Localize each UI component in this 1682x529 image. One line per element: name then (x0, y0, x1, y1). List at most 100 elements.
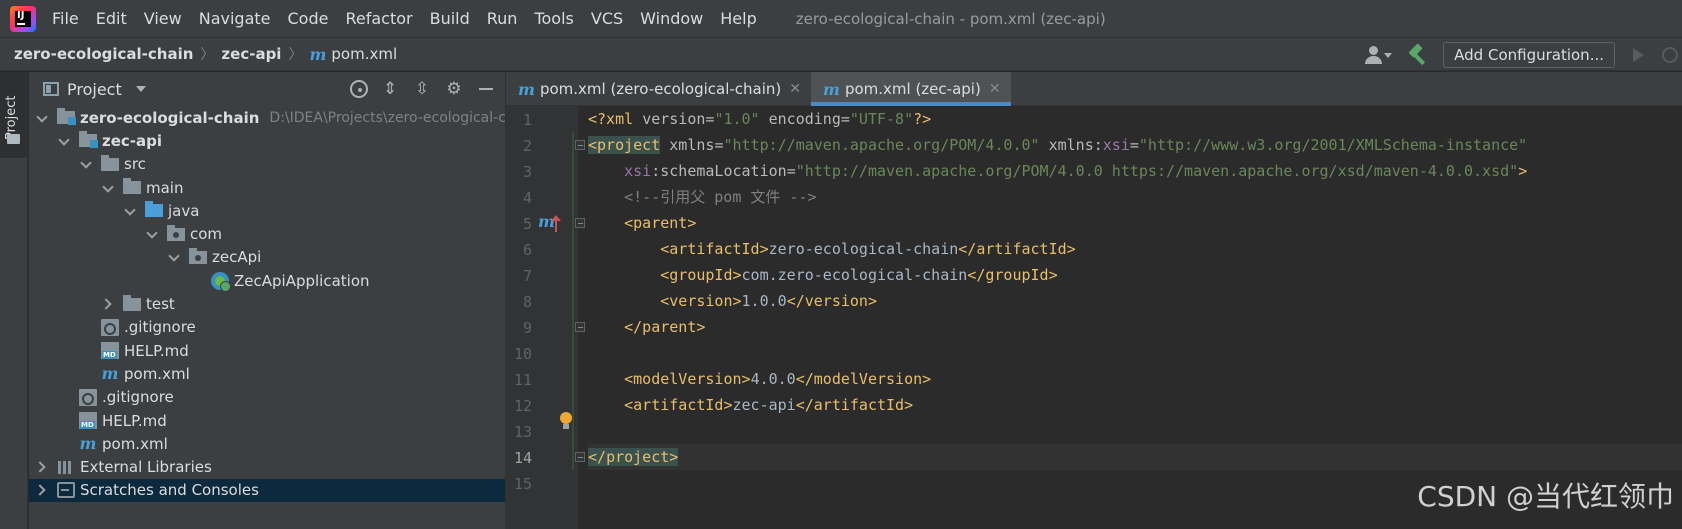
chevron-down-icon[interactable] (35, 111, 49, 125)
tree-item-label: pom.xml (124, 364, 190, 383)
tab-pom-zec-api[interactable]: m pom.xml (zec-api) ✕ (811, 72, 1011, 106)
source-folder-icon (145, 201, 163, 218)
chevron-down-icon[interactable] (145, 227, 159, 241)
breadcrumb-file[interactable]: m pom.xml (309, 45, 397, 64)
debug-icon[interactable] (1662, 47, 1678, 63)
tree-item-help-md-module[interactable]: MD HELP.md (29, 339, 505, 362)
code-token: version (642, 110, 706, 128)
code-token: schemaLocation (660, 162, 787, 180)
breadcrumb-module[interactable]: zec-api (221, 45, 281, 63)
code-token: zec-api (732, 396, 796, 414)
menu-view[interactable]: View (144, 9, 182, 28)
project-panel-title[interactable]: Project (67, 80, 122, 99)
hide-panel-icon[interactable] (476, 79, 496, 99)
chevron-down-icon[interactable] (101, 181, 115, 195)
line-number: 5 (522, 215, 532, 233)
menu-edit[interactable]: Edit (96, 9, 127, 28)
tree-item-gitignore-root[interactable]: .gitignore (29, 386, 505, 409)
tree-item-zecapi[interactable]: zecApi (29, 246, 505, 269)
menu-window[interactable]: Window (640, 9, 703, 28)
collapse-all-icon[interactable]: ⇳ (412, 79, 432, 99)
tree-item-test[interactable]: test (29, 292, 505, 315)
close-icon[interactable]: ✕ (989, 81, 1001, 97)
project-tool-window-tab[interactable]: Project (0, 72, 27, 158)
code-token: "http://maven.apache.org/POM/4.0.0" (723, 136, 1040, 154)
tree-item-gitignore-module[interactable]: .gitignore (29, 316, 505, 339)
fold-marker-icon[interactable] (575, 140, 585, 150)
chevron-right-icon[interactable] (35, 483, 49, 497)
tree-item-zec-api[interactable]: zec-api (29, 129, 505, 152)
tree-item-label: java (168, 201, 200, 220)
close-icon[interactable]: ✕ (789, 81, 801, 97)
code-line-8: <version>1.0.0</version> (588, 288, 877, 314)
tab-pom-root[interactable]: m pom.xml (zero-ecological-chain) ✕ (506, 72, 811, 106)
code-token: </version> (786, 292, 877, 310)
add-configuration-button[interactable]: Add Configuration... (1443, 42, 1615, 68)
chevron-down-icon[interactable] (135, 86, 146, 92)
code-token: </parent> (588, 318, 706, 336)
intellij-logo-icon[interactable]: IJ (10, 5, 36, 32)
chevron-down-icon[interactable] (167, 250, 181, 264)
fold-marker-icon[interactable] (575, 322, 585, 332)
run-icon[interactable] (1633, 48, 1644, 62)
code-comment: <!--引用父 pom 文件 --> (588, 188, 817, 206)
navigate-up-arrow-icon[interactable] (551, 215, 561, 232)
menu-bar: IJ File Edit View Navigate Code Refactor… (0, 0, 1682, 37)
code-content[interactable]: <?xml version="1.0" encoding="UTF-8"?> <… (588, 106, 1682, 529)
tree-item-main[interactable]: main (29, 176, 505, 199)
chevron-right-icon[interactable] (35, 460, 49, 474)
tree-item-pom-module[interactable]: m pom.xml (29, 362, 505, 385)
tree-item-pom-root[interactable]: m pom.xml (29, 432, 505, 455)
menu-navigate[interactable]: Navigate (199, 9, 271, 28)
fold-marker-icon[interactable] (575, 218, 585, 228)
line-number: 2 (522, 137, 532, 155)
package-icon (189, 247, 207, 264)
user-account-icon[interactable] (1363, 44, 1393, 66)
expand-all-icon[interactable]: ⇕ (380, 79, 400, 99)
menu-help[interactable]: Help (720, 9, 756, 28)
tree-item-label: zec-api (102, 131, 163, 150)
code-token: xmlns (660, 136, 715, 154)
chevron-down-icon[interactable] (79, 157, 93, 171)
menu-build[interactable]: Build (430, 9, 470, 28)
menu-refactor[interactable]: Refactor (345, 9, 412, 28)
fold-marker-icon[interactable] (575, 452, 585, 462)
menu-code[interactable]: Code (288, 9, 329, 28)
tree-item-label: HELP.md (102, 411, 167, 430)
main-toolbar: Add Configuration... (1363, 38, 1682, 72)
breadcrumb-project[interactable]: zero-ecological-chain (14, 45, 193, 63)
code-line-4: <!--引用父 pom 文件 --> (588, 184, 817, 210)
tree-item-help-md-root[interactable]: MD HELP.md (29, 409, 505, 432)
chevron-right-icon[interactable] (101, 297, 115, 311)
breadcrumb-separator-icon: 〉 (200, 47, 215, 63)
project-view-icon (43, 82, 59, 96)
tree-item-com[interactable]: com (29, 222, 505, 245)
gear-icon[interactable]: ⚙ (444, 79, 464, 99)
line-number: 11 (513, 371, 532, 389)
tree-item-zecapiapplication[interactable]: ZecApiApplication (29, 269, 505, 292)
tree-item-zero-ecological-chain[interactable]: zero-ecological-chain D:\IDEA\Projects\z… (29, 106, 505, 129)
menu-tools[interactable]: Tools (534, 9, 573, 28)
chevron-down-icon[interactable] (57, 134, 71, 148)
module-folder-icon (57, 108, 76, 126)
menu-vcs[interactable]: VCS (591, 9, 623, 28)
tree-item-java[interactable]: java (29, 199, 505, 222)
code-token: <groupId> (588, 266, 742, 284)
menu-run[interactable]: Run (487, 9, 518, 28)
tree-item-scratches[interactable]: Scratches and Consoles (29, 478, 505, 503)
chevron-down-icon[interactable] (123, 204, 137, 218)
menu-file[interactable]: File (52, 9, 79, 28)
build-hammer-icon[interactable] (1407, 43, 1429, 66)
code-token: xsi (624, 162, 652, 180)
editor-gutter[interactable]: 1 2 3 4 5 6 7 8 9 10 11 12 13 14 15 m (506, 106, 585, 529)
locate-file-icon[interactable] (350, 80, 368, 98)
code-token: = (1129, 136, 1139, 154)
gitignore-file-icon (79, 388, 97, 406)
markdown-file-icon: MD (101, 342, 119, 360)
intention-bulb-icon[interactable] (558, 412, 574, 432)
tree-item-external-libraries[interactable]: External Libraries (29, 455, 505, 478)
tree-item-src[interactable]: src (29, 153, 505, 176)
breadcrumb-file-label: pom.xml (331, 45, 398, 63)
